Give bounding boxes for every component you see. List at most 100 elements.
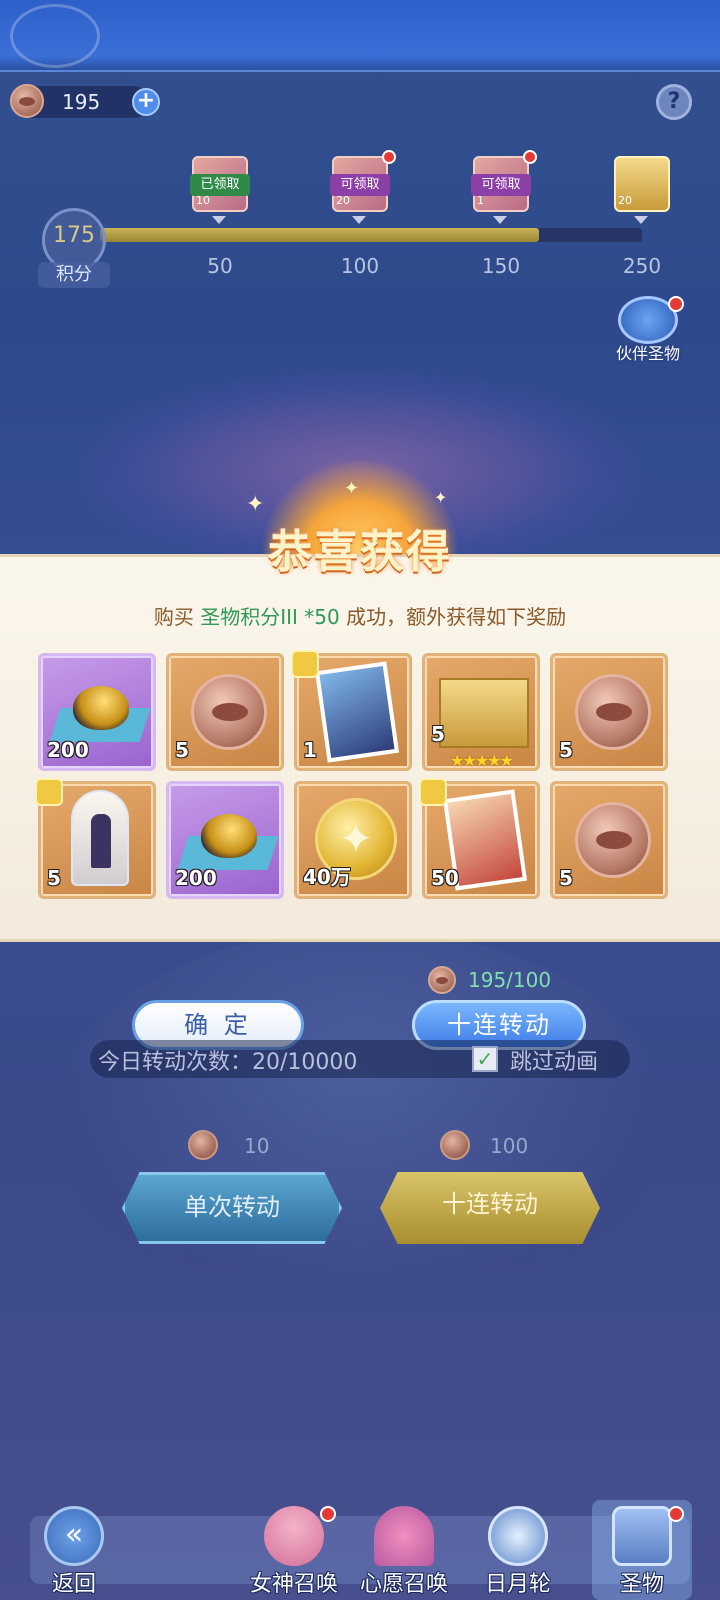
- relic-chest-icon: [612, 1506, 672, 1566]
- cost-rate-text: 195/100: [468, 968, 552, 992]
- top-banner: [0, 0, 720, 72]
- milestone-reward-250[interactable]: 20: [614, 156, 670, 224]
- popup-title: 恭喜获得: [268, 527, 452, 578]
- score-label: 积分: [38, 262, 110, 288]
- gold-stone-icon: [177, 806, 279, 870]
- reward-qty: 5: [559, 866, 573, 890]
- single-spin-cost: 10: [244, 1134, 270, 1158]
- currency-display: 195 +: [10, 84, 160, 118]
- sparkle-icon: ✦: [246, 492, 265, 517]
- currency-amount: 195: [62, 90, 101, 114]
- milestone-label-100: 100: [340, 254, 380, 278]
- reward-item[interactable]: ✦ 40万: [294, 781, 412, 899]
- reward-qty: 5: [175, 738, 189, 762]
- reward-qty: 40万: [303, 865, 351, 889]
- lip-coin-icon: [440, 1130, 470, 1160]
- nav-sun-moon-wheel[interactable]: 日月轮: [468, 1500, 568, 1600]
- reward-message-suffix: 成功，额外获得如下奖励: [346, 605, 567, 629]
- nav-relic[interactable]: 圣物: [592, 1500, 692, 1600]
- skip-animation-label: 跳过动画: [510, 1050, 599, 1075]
- sparkle-icon: ✦: [344, 478, 360, 499]
- reward-item[interactable]: 50: [419, 778, 540, 899]
- nav-label: 女神召唤: [249, 1572, 338, 1597]
- score-progress-bar: [100, 228, 642, 242]
- nav-back-button[interactable]: « 返回: [24, 1500, 124, 1600]
- single-spin-button[interactable]: 单次转动: [122, 1172, 342, 1244]
- reward-popup: 购买 圣物积分III *50 成功，额外获得如下奖励 200 5 1 5 ★★★…: [0, 554, 720, 942]
- milestone-reward-150[interactable]: 可领取 1: [471, 150, 537, 224]
- reward-message-prefix: 购买: [153, 605, 194, 629]
- partner-relic-label: 伙伴圣物: [615, 344, 680, 363]
- notification-dot: [320, 1506, 336, 1522]
- milestone-qty: 20: [618, 194, 632, 207]
- puzzle-piece-icon: [291, 650, 319, 678]
- milestone-status: 可领取: [330, 174, 390, 196]
- gold-stone-icon: [49, 678, 151, 742]
- reward-qty: 1: [303, 738, 317, 762]
- reward-item[interactable]: 5 ★★★★★: [422, 653, 540, 771]
- puzzle-piece-icon: [35, 778, 63, 806]
- reward-item[interactable]: 1: [291, 650, 412, 771]
- reward-qty: 5: [559, 738, 573, 762]
- notification-dot: [668, 1506, 684, 1522]
- heart-icon: [374, 1506, 434, 1566]
- milestone-label-150: 150: [481, 254, 521, 278]
- puzzle-piece-icon: [419, 778, 447, 806]
- reward-qty: 50: [431, 866, 459, 890]
- reward-item[interactable]: 5: [550, 781, 668, 899]
- milestone-status: 可领取: [471, 174, 531, 196]
- back-arrow-icon: «: [44, 1506, 104, 1566]
- compass-wheel-icon: [488, 1506, 548, 1566]
- ten-spin-button[interactable]: 十连转动: [380, 1172, 600, 1244]
- milestone-qty: 20: [336, 194, 350, 207]
- sparkle-icon: ✦: [434, 488, 448, 507]
- goddess-avatar-icon: [264, 1506, 324, 1566]
- lip-coin-icon: [575, 802, 651, 878]
- character-card-icon: [314, 661, 400, 763]
- nav-label: 心愿召唤: [359, 1572, 448, 1597]
- milestone-reward-50[interactable]: 已领取 10: [190, 156, 250, 224]
- nav-wish-summon[interactable]: 心愿召唤: [354, 1500, 454, 1600]
- today-spin-count: 今日转动次数：20/10000: [98, 1050, 358, 1075]
- milestone-qty: 10: [196, 194, 210, 207]
- notification-dot: [523, 150, 537, 164]
- milestone-qty: 1: [477, 194, 484, 207]
- reward-qty: 5: [431, 722, 445, 746]
- bottom-nav: « 返回 女神召唤 心愿召唤 日月轮 圣物: [0, 1500, 720, 1600]
- reward-item[interactable]: 5: [166, 653, 284, 771]
- reward-message-item: 圣物积分III *50: [200, 605, 340, 629]
- help-button[interactable]: ?: [656, 84, 692, 120]
- reward-message: 购买 圣物积分III *50 成功，额外获得如下奖励: [0, 601, 720, 630]
- add-currency-button[interactable]: +: [132, 88, 160, 116]
- reward-qty: 200: [175, 866, 217, 890]
- down-arrow-icon: [212, 216, 226, 224]
- reward-item[interactable]: 5: [550, 653, 668, 771]
- milestone-reward-100[interactable]: 可领取 20: [330, 150, 396, 224]
- reward-qty: 5: [47, 866, 61, 890]
- figure-dome-icon: [71, 790, 129, 886]
- reward-qty: 200: [47, 738, 89, 762]
- down-arrow-icon: [352, 216, 366, 224]
- lip-coin-icon: [188, 1130, 218, 1160]
- nav-label: 返回: [51, 1572, 96, 1597]
- nav-label: 圣物: [619, 1572, 664, 1597]
- down-arrow-icon: [493, 216, 507, 224]
- card-box-icon: [439, 678, 529, 748]
- lip-coin-icon: [191, 674, 267, 750]
- reward-item[interactable]: 200: [38, 653, 156, 771]
- nav-goddess-summon[interactable]: 女神召唤: [244, 1500, 344, 1600]
- lip-coin-icon: [428, 966, 456, 994]
- lip-coin-icon: [10, 84, 44, 118]
- score-value: 175: [53, 223, 95, 248]
- partner-relic-button[interactable]: 伙伴圣物: [608, 296, 688, 366]
- star-rating: ★★★★★: [450, 751, 514, 770]
- down-arrow-icon: [634, 216, 648, 224]
- skip-animation-checkbox[interactable]: ✓: [472, 1046, 498, 1072]
- nav-label: 日月轮: [484, 1572, 551, 1597]
- milestone-label-250: 250: [622, 254, 662, 278]
- reward-item[interactable]: 5: [35, 778, 156, 899]
- reward-item[interactable]: 200: [166, 781, 284, 899]
- score-progress-fill: [100, 228, 540, 242]
- ten-spin-cost: 100: [490, 1134, 529, 1158]
- heart-deco-icon: [10, 4, 100, 68]
